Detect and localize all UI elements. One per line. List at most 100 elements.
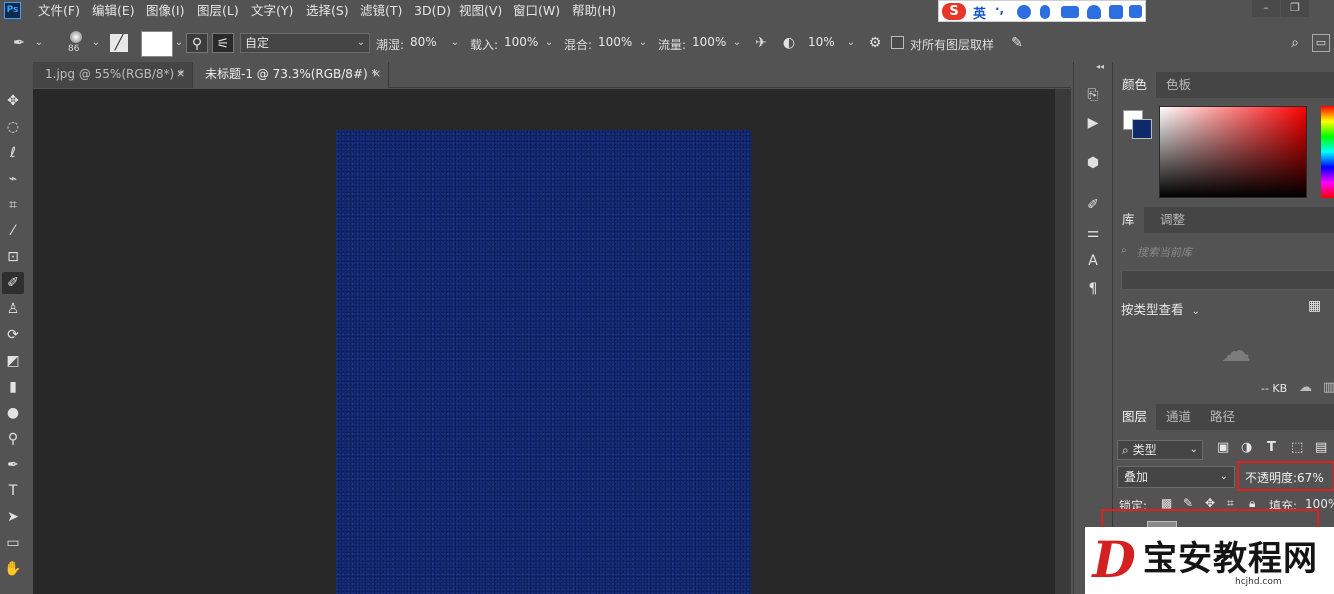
minimize-button[interactable]: –	[1252, 0, 1280, 17]
tab-color[interactable]: 颜色	[1113, 72, 1157, 98]
restore-button[interactable]: ❐	[1281, 0, 1309, 17]
mix-dropdown-arrow-icon[interactable]: ⌄	[636, 33, 650, 53]
smart-object-filter-icon[interactable]: ▤	[1315, 440, 1327, 455]
brush-tool-icon[interactable]: ✐	[2, 272, 24, 294]
opacity-value[interactable]: 67%	[1297, 471, 1324, 485]
wet-value[interactable]: 80%	[406, 33, 448, 53]
blend-mode-select[interactable]: 叠加 ⌄	[1117, 466, 1235, 488]
mixer-brush-tool-icon[interactable]: ✒	[8, 33, 30, 53]
airbrush-icon[interactable]: ✈	[750, 33, 772, 53]
flow-dropdown-arrow-icon[interactable]: ⌄	[730, 33, 744, 53]
close-icon[interactable]: ×	[372, 62, 381, 86]
user-icon[interactable]	[1087, 5, 1101, 19]
lock-transparent-icon[interactable]: ▩	[1161, 496, 1172, 510]
frame-tool-icon[interactable]: ⊡	[2, 246, 24, 268]
type-tool-icon[interactable]: T	[2, 480, 24, 502]
rectangle-tool-icon[interactable]: ▭	[2, 532, 24, 554]
opacity-control[interactable]: 不透明度:67%	[1245, 469, 1324, 486]
menu-file[interactable]: 文件(F)	[38, 2, 80, 20]
menu-layer[interactable]: 图层(L)	[197, 2, 239, 20]
color-picker-field[interactable]	[1159, 106, 1307, 198]
canvas-workspace[interactable]	[33, 89, 1055, 594]
paragraph-panel-icon[interactable]: ¶	[1084, 280, 1102, 298]
menu-type[interactable]: 文字(Y)	[251, 2, 293, 20]
load-dropdown-arrow-icon[interactable]: ⌄	[542, 33, 556, 53]
tab-layers[interactable]: 图层	[1113, 404, 1157, 430]
blur-tool-icon[interactable]: ●	[2, 402, 24, 424]
shape-filter-icon[interactable]: ⬚	[1291, 440, 1303, 455]
tab-swatches[interactable]: 色板	[1157, 72, 1200, 98]
sogou-logo[interactable]: S	[942, 3, 966, 20]
current-brush-load-swatch[interactable]	[141, 31, 173, 57]
tshirt-icon[interactable]	[1109, 5, 1123, 19]
move-tool-icon[interactable]: ✥	[2, 90, 24, 112]
tab-channels[interactable]: 通道	[1157, 404, 1200, 430]
pressure-size-icon[interactable]: ✎	[1006, 33, 1028, 53]
tab-adjustments[interactable]: 调整	[1151, 207, 1194, 233]
eyedropper-tool-icon[interactable]: ⁄	[2, 220, 24, 242]
menu-view[interactable]: 视图(V)	[459, 2, 502, 20]
clean-brush-after-stroke-icon[interactable]: ⚟	[212, 33, 234, 53]
tab-paths[interactable]: 路径	[1201, 404, 1244, 430]
keyboard-icon[interactable]	[1061, 6, 1079, 18]
vertical-scrollbar[interactable]	[1055, 89, 1071, 594]
load-value[interactable]: 100%	[500, 33, 542, 53]
load-brush-after-stroke-icon[interactable]: ⚲	[186, 33, 208, 53]
tab-libraries[interactable]: 库	[1113, 207, 1144, 233]
sample-all-layers-checkbox[interactable]	[891, 36, 904, 49]
pen-tool-icon[interactable]: ✒	[2, 454, 24, 476]
type-filter-icon[interactable]: T	[1267, 440, 1276, 455]
background-color-swatch[interactable]	[1132, 119, 1152, 139]
blend-preset-select[interactable]: 自定	[240, 33, 370, 53]
search-icon[interactable]: ⌕	[1284, 33, 1306, 53]
adjustments-icon[interactable]: ⚌	[1084, 224, 1102, 242]
history-brush-tool-icon[interactable]: ⟳	[2, 324, 24, 346]
grid-view-icon[interactable]: ▦	[1308, 298, 1324, 314]
layer-filter-select[interactable]: ⌕ 类型 ⌄	[1117, 440, 1203, 460]
character-panel-icon[interactable]: A	[1084, 252, 1102, 270]
history-panel-icon[interactable]: ⎘	[1084, 86, 1102, 104]
trash-icon[interactable]: ▥	[1323, 380, 1334, 395]
lasso-tool-icon[interactable]: ℓ	[2, 142, 24, 164]
ime-language-toggle[interactable]: 英	[973, 3, 986, 22]
smoothing-icon[interactable]: ◐	[778, 33, 800, 53]
workspace-icon[interactable]: ▭	[1312, 34, 1330, 52]
menu-image[interactable]: 图像(I)	[146, 2, 184, 20]
brush-panel-toggle-icon[interactable]: ╱	[110, 34, 128, 52]
hand-tool-icon[interactable]: ✋	[2, 558, 24, 580]
tab-untitled-1[interactable]: 未标题-1 @ 73.3%(RGB/8#) * ×	[193, 62, 389, 88]
gear-icon[interactable]: ⚙	[864, 33, 886, 53]
document-canvas[interactable]	[336, 130, 751, 594]
mix-value[interactable]: 100%	[594, 33, 636, 53]
brush-settings-icon[interactable]: ✐	[1084, 196, 1102, 214]
menu-select[interactable]: 选择(S)	[306, 2, 349, 20]
view-by-type-dropdown[interactable]: 按类型查看 ⌄	[1121, 299, 1200, 318]
library-search-input[interactable]: 搜索当前库	[1121, 244, 1334, 262]
pixel-filter-icon[interactable]: ▣	[1217, 440, 1229, 455]
menu-filter[interactable]: 滤镜(T)	[360, 2, 402, 20]
menu-edit[interactable]: 编辑(E)	[92, 2, 135, 20]
eraser-tool-icon[interactable]: ◩	[2, 350, 24, 372]
menu-help[interactable]: 帮助(H)	[572, 2, 616, 20]
flow-value[interactable]: 100%	[688, 33, 730, 53]
3d-panel-icon[interactable]: ⬢	[1084, 154, 1102, 172]
library-select[interactable]	[1121, 270, 1334, 290]
menu-window[interactable]: 窗口(W)	[513, 2, 560, 20]
clone-stamp-tool-icon[interactable]: ♙	[2, 298, 24, 320]
dodge-tool-icon[interactable]: ⚲	[2, 428, 24, 450]
path-selection-tool-icon[interactable]: ➤	[2, 506, 24, 528]
smoothing-dropdown-arrow-icon[interactable]: ⌄	[844, 33, 858, 53]
menu-3d[interactable]: 3D(D)	[414, 2, 451, 20]
wet-dropdown-arrow-icon[interactable]: ⌄	[448, 33, 462, 53]
lock-position-icon[interactable]: ✥	[1205, 496, 1215, 510]
marquee-tool-icon[interactable]: ◌	[2, 116, 24, 138]
crop-tool-icon[interactable]: ⌗	[2, 194, 24, 216]
adjustment-filter-icon[interactable]: ◑	[1241, 440, 1252, 455]
smoothing-value[interactable]: 10%	[804, 33, 844, 53]
brush-picker-arrow-icon[interactable]: ⌄	[89, 33, 103, 53]
swatch-options-arrow-icon[interactable]: ⌄	[172, 33, 186, 53]
actions-play-icon[interactable]: ▶	[1084, 114, 1102, 132]
collapse-panels-icon[interactable]: ◂◂	[1096, 62, 1104, 71]
brush-preset-picker[interactable]: 86	[64, 31, 88, 55]
quick-selection-tool-icon[interactable]: ⌁	[2, 168, 24, 190]
